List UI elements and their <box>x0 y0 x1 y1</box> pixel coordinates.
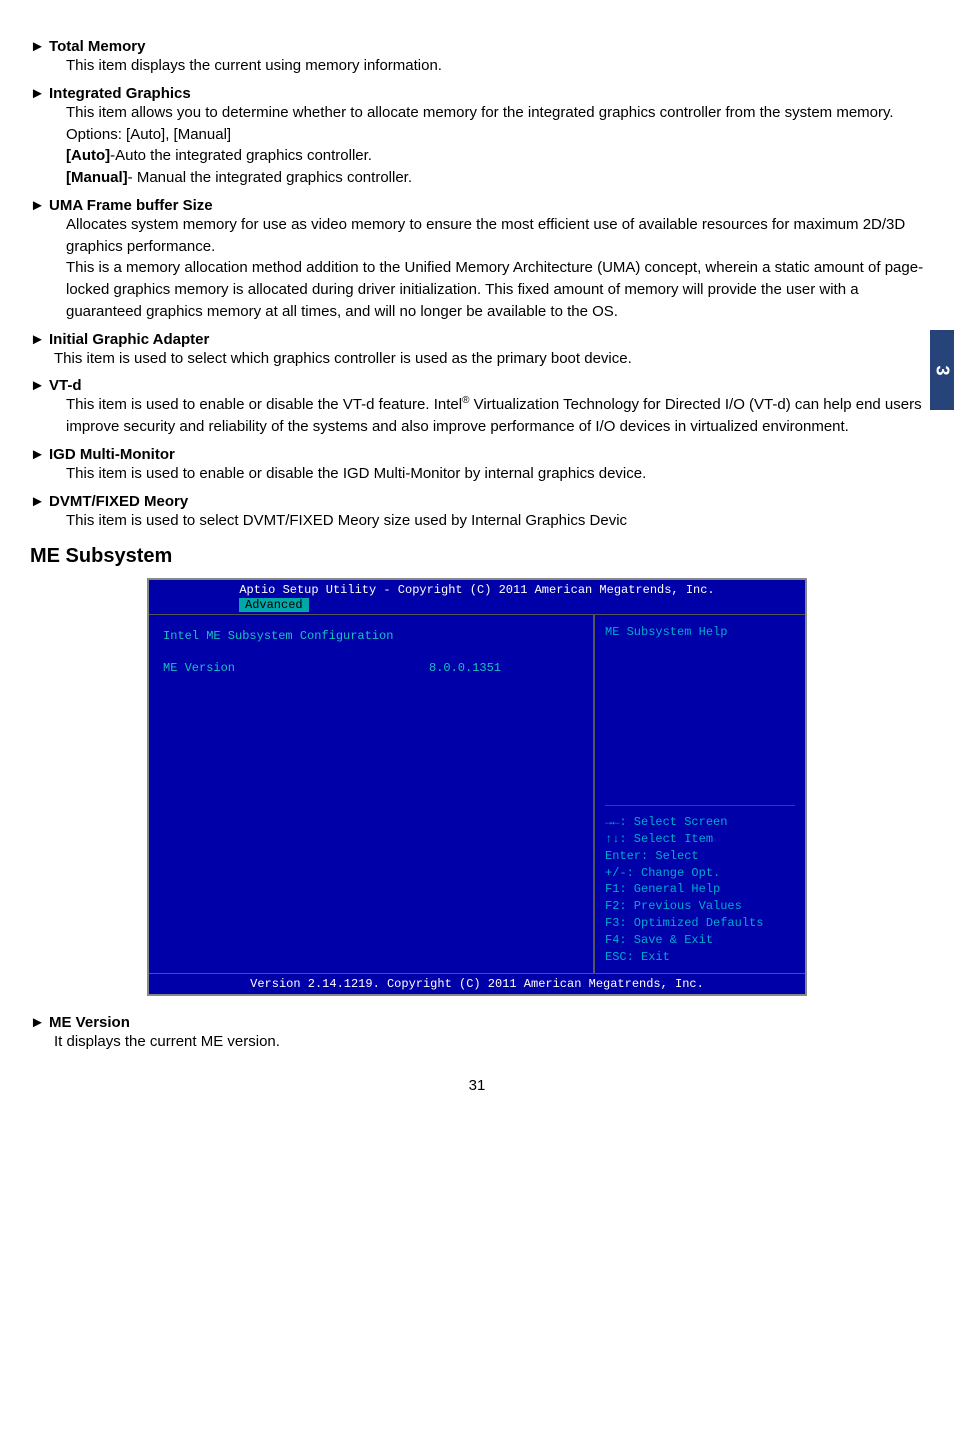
bios-key-f4: F4: Save & Exit <box>605 932 795 949</box>
section-title-me-subsystem: ME Subsystem <box>30 545 924 568</box>
text-uma-2: This is a memory allocation method addit… <box>66 257 924 322</box>
text-me-version: It displays the current ME version. <box>54 1031 924 1053</box>
bios-config-heading: Intel ME Subsystem Configuration <box>163 629 579 643</box>
bios-screenshot: Aptio Setup Utility - Copyright (C) 2011… <box>147 578 807 996</box>
heading-igd-multi-monitor: ► IGD Multi-Monitor <box>30 446 924 463</box>
side-tab-number: 3 <box>931 365 952 375</box>
bios-key-hints: →←: Select Screen ↑↓: Select Item Enter:… <box>605 805 795 965</box>
bios-footer: Version 2.14.1219. Copyright (C) 2011 Am… <box>149 974 805 994</box>
bios-help-text: ME Subsystem Help <box>605 625 795 805</box>
bios-key-change-opt: +/-: Change Opt. <box>605 865 795 882</box>
bios-title: Aptio Setup Utility - Copyright (C) 2011… <box>149 580 805 597</box>
text-initial-graphic-adapter: This item is used to select which graphi… <box>54 348 924 370</box>
bios-me-version-value: 8.0.0.1351 <box>429 661 501 675</box>
heading-dvmt-fixed: ► DVMT/FIXED Meory <box>30 493 924 510</box>
bios-tab-advanced: Advanced <box>239 598 309 612</box>
bios-left-pane: Intel ME Subsystem Configuration ME Vers… <box>149 615 595 973</box>
text-total-memory: This item displays the current using mem… <box>66 55 924 77</box>
text-uma-1: Allocates system memory for use as video… <box>66 214 924 258</box>
option-auto: [Auto]-Auto the integrated graphics cont… <box>66 145 924 167</box>
heading-total-memory: ► Total Memory <box>30 38 924 55</box>
option-manual: [Manual]- Manual the integrated graphics… <box>66 167 924 189</box>
bios-me-version-label: ME Version <box>163 661 235 675</box>
bios-me-version-row: ME Version 8.0.0.1351 <box>163 661 579 675</box>
heading-me-version: ► ME Version <box>30 1014 924 1031</box>
text-igd-multi-monitor: This item is used to enable or disable t… <box>66 463 924 485</box>
bios-key-esc: ESC: Exit <box>605 949 795 966</box>
bios-key-f3: F3: Optimized Defaults <box>605 915 795 932</box>
bios-key-select-item: ↑↓: Select Item <box>605 831 795 848</box>
text-dvmt-fixed: This item is used to select DVMT/FIXED M… <box>66 510 924 532</box>
page-number: 31 <box>30 1077 924 1094</box>
heading-vtd: ► VT-d <box>30 377 924 394</box>
page-side-tab: 3 <box>930 330 954 410</box>
heading-uma-frame-buffer: ► UMA Frame buffer Size <box>30 197 924 214</box>
bios-right-pane: ME Subsystem Help →←: Select Screen ↑↓: … <box>595 615 805 973</box>
bios-tab-row: Advanced <box>149 597 805 614</box>
heading-initial-graphic-adapter: ► Initial Graphic Adapter <box>30 331 924 348</box>
text-vtd: This item is used to enable or disable t… <box>66 394 924 438</box>
bios-key-enter: Enter: Select <box>605 848 795 865</box>
heading-integrated-graphics: ► Integrated Graphics <box>30 85 924 102</box>
bios-key-f2: F2: Previous Values <box>605 898 795 915</box>
text-integrated-graphics: This item allows you to determine whethe… <box>66 102 924 146</box>
bios-key-f1: F1: General Help <box>605 881 795 898</box>
bios-key-select-screen: →←: Select Screen <box>605 814 795 831</box>
